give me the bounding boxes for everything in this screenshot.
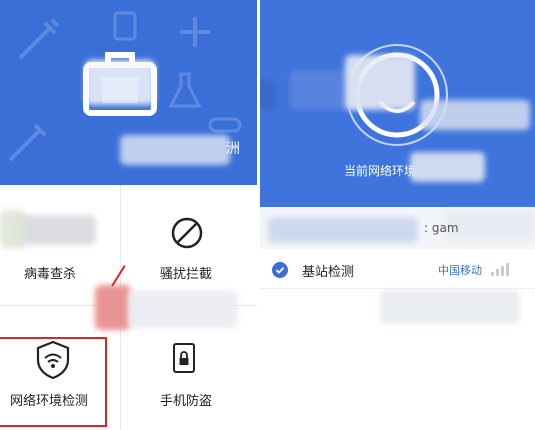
signal-strength-icon	[491, 263, 509, 276]
blurred-region	[410, 152, 485, 182]
security-header-banner: 洲	[0, 0, 257, 185]
blurred-region	[268, 217, 418, 243]
syringe-doodle-icon	[18, 18, 60, 60]
carrier-name: 中国移动	[438, 264, 482, 277]
blurred-region	[120, 135, 230, 165]
cross-doodle-icon	[180, 17, 210, 47]
blurred-region	[260, 80, 276, 110]
phone-lock-icon	[173, 343, 195, 373]
base-station-check-label: 基站检测	[302, 265, 355, 280]
blurred-region	[85, 60, 155, 105]
network-check-header-banner: 当前网络环境	[260, 0, 535, 207]
harassment-block-label: 骚扰拦截	[160, 267, 213, 282]
check-circle-icon	[272, 262, 288, 278]
highlight-annotation-box	[0, 337, 107, 427]
blurred-region	[16, 215, 96, 245]
flask-doodle-icon	[168, 72, 202, 108]
base-station-check-row[interactable]: 基站检测 中国移动	[260, 250, 535, 289]
blurred-region	[345, 55, 415, 110]
header-partial-glyph: 洲	[226, 141, 240, 157]
blurred-region	[0, 210, 25, 248]
anti-theft-label: 手机防盗	[160, 394, 213, 409]
account-info-bar	[260, 207, 535, 249]
blurred-region	[420, 100, 530, 130]
account-suffix-text: : gam	[424, 221, 459, 235]
pill-bottle-doodle-icon	[113, 11, 137, 41]
syringe-doodle-icon-2	[8, 123, 47, 162]
blurred-region	[380, 290, 520, 324]
left-screen: 洲 病毒查杀 骚扰拦截 网络环境检测 手机防盗	[0, 0, 257, 430]
anti-theft-cell[interactable]	[121, 306, 257, 430]
network-status-text: 当前网络环境	[344, 164, 417, 178]
block-circle-icon	[171, 217, 203, 249]
right-screen: 当前网络环境 : gam 基站检测 中国移动	[260, 0, 535, 430]
harassment-block-cell[interactable]	[121, 185, 257, 305]
antivirus-label: 病毒查杀	[24, 267, 77, 282]
